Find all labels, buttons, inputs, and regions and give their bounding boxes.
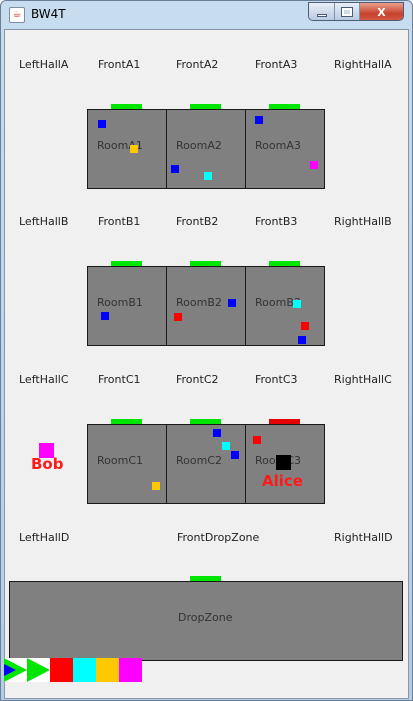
- block-red: [253, 436, 261, 444]
- sequence-block-red: [50, 658, 73, 682]
- zone-label-frontc3: FrontC3: [255, 373, 298, 386]
- bot-name-bob: Bob: [31, 455, 64, 473]
- block-orange: [152, 482, 160, 490]
- zone-label-fronta1: FrontA1: [98, 58, 141, 71]
- sequence-block-magenta: [119, 658, 142, 682]
- zone-label-righthallb: RightHallB: [334, 215, 392, 228]
- zone-label-fronta3: FrontA3: [255, 58, 298, 71]
- block-cyan: [204, 172, 212, 180]
- goal-sequence-bar: [4, 658, 142, 682]
- map-panel: LeftHallA FrontA1 FrontA2 FrontA3 RightH…: [4, 29, 409, 699]
- block-blue: [255, 116, 263, 124]
- title-bar[interactable]: ☕ BW4T X: [1, 1, 412, 29]
- room-name: RoomC2: [176, 454, 223, 467]
- completed-marker-icon: [4, 658, 27, 682]
- block-orange: [130, 145, 138, 153]
- zone-label-righthalla: RightHallA: [334, 58, 392, 71]
- java-cup-icon: ☕: [9, 7, 25, 23]
- zone-label-fronta2: FrontA2: [176, 58, 219, 71]
- zone-label-righthalld: RightHallD: [334, 531, 393, 544]
- block-blue: [171, 165, 179, 173]
- room-c2: RoomC2: [166, 424, 246, 504]
- close-icon: X: [377, 5, 386, 19]
- room-name: RoomC1: [97, 454, 144, 467]
- block-cyan: [222, 442, 230, 450]
- room-b3: RoomB3: [245, 266, 325, 346]
- room-name: RoomB2: [176, 296, 222, 309]
- zone-label-frontc1: FrontC1: [98, 373, 141, 386]
- zone-label-lefthalld: LeftHallD: [19, 531, 70, 544]
- window-title: BW4T: [31, 7, 66, 21]
- zone-label-frontdropzone: FrontDropZone: [177, 531, 260, 544]
- room-a1: RoomA1: [87, 109, 167, 189]
- block-red: [301, 322, 309, 330]
- block-blue: [213, 429, 221, 437]
- sequence-block-cyan: [73, 658, 96, 682]
- zone-label-frontb2: FrontB2: [176, 215, 219, 228]
- maximize-button[interactable]: [335, 3, 360, 20]
- app-window: ☕ BW4T X LeftHallA FrontA1 FrontA2 Front…: [0, 0, 413, 701]
- bot-alice[interactable]: [276, 455, 291, 470]
- close-button[interactable]: X: [360, 3, 403, 20]
- sequence-block-orange: [96, 658, 119, 682]
- block-blue: [98, 120, 106, 128]
- zone-label-lefthalla: LeftHallA: [19, 58, 69, 71]
- block-blue: [298, 336, 306, 344]
- room-b2: RoomB2: [166, 266, 246, 346]
- zone-label-lefthallc: LeftHallC: [19, 373, 69, 386]
- block-magenta: [310, 161, 318, 169]
- minimize-icon: [316, 13, 327, 17]
- zone-label-frontb3: FrontB3: [255, 215, 298, 228]
- room-c1: RoomC1: [87, 424, 167, 504]
- maximize-icon: [341, 7, 353, 17]
- room-name: RoomA2: [176, 139, 222, 152]
- dropzone-name: DropZone: [178, 611, 233, 624]
- zone-label-lefthallb: LeftHallB: [19, 215, 69, 228]
- minimize-button[interactable]: [309, 3, 335, 20]
- block-blue: [228, 299, 236, 307]
- completed-marker-icon: [27, 658, 50, 682]
- block-blue: [101, 312, 109, 320]
- room-b1: RoomB1: [87, 266, 167, 346]
- room-a2: RoomA2: [166, 109, 246, 189]
- block-red: [174, 313, 182, 321]
- bot-name-alice: Alice: [262, 472, 303, 490]
- dropzone: DropZone: [9, 581, 403, 661]
- room-name: RoomB1: [97, 296, 143, 309]
- zone-label-frontb1: FrontB1: [98, 215, 141, 228]
- zone-label-frontc2: FrontC2: [176, 373, 219, 386]
- window-controls: X: [308, 2, 404, 21]
- block-cyan: [293, 300, 301, 308]
- zone-label-righthallc: RightHallC: [334, 373, 392, 386]
- block-blue: [231, 451, 239, 459]
- room-a3: RoomA3: [245, 109, 325, 189]
- room-name: RoomA3: [255, 139, 301, 152]
